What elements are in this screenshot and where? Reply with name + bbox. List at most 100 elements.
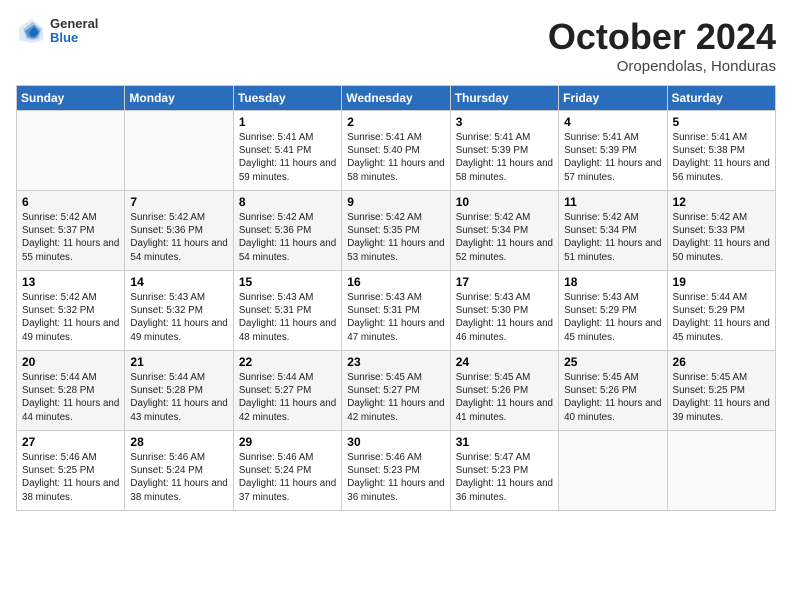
logo-icon xyxy=(16,16,46,46)
title-block: October 2024 Oropendolas, Honduras xyxy=(548,16,776,75)
day-info: Sunrise: 5:47 AMSunset: 5:23 PMDaylight:… xyxy=(456,451,553,504)
day-number: 5 xyxy=(673,115,770,129)
day-number: 6 xyxy=(22,195,119,209)
day-number: 7 xyxy=(130,195,227,209)
day-number: 18 xyxy=(564,275,661,289)
calendar-header: SundayMondayTuesdayWednesdayThursdayFrid… xyxy=(17,86,776,111)
day-number: 13 xyxy=(22,275,119,289)
calendar-cell: 6Sunrise: 5:42 AMSunset: 5:37 PMDaylight… xyxy=(17,191,125,271)
location: Oropendolas, Honduras xyxy=(548,58,776,75)
logo-text: General Blue xyxy=(50,17,98,46)
calendar-cell: 1 Sunrise: 5:41 AMSunset: 5:41 PMDaylight… xyxy=(233,111,341,191)
calendar-cell xyxy=(559,431,667,511)
calendar-cell: 7Sunrise: 5:42 AMSunset: 5:36 PMDaylight… xyxy=(125,191,233,271)
calendar-cell: 17 Sunrise: 5:43 AMSunset: 5:30 PMDayligh… xyxy=(450,271,558,351)
calendar-cell: 28 Sunrise: 5:46 AMSunset: 5:24 PMDayligh… xyxy=(125,431,233,511)
calendar-cell: 16Sunrise: 5:43 AMSunset: 5:31 PMDayligh… xyxy=(342,271,450,351)
day-info: Sunrise: 5:41 AMSunset: 5:39 PMDaylight:… xyxy=(564,131,661,184)
day-info: Sunrise: 5:45 AMSunset: 5:27 PMDaylight:… xyxy=(347,371,444,424)
day-number: 14 xyxy=(130,275,227,289)
calendar-cell: 31 Sunrise: 5:47 AMSunset: 5:23 PMDayligh… xyxy=(450,431,558,511)
day-number: 28 xyxy=(130,435,227,449)
day-number: 30 xyxy=(347,435,444,449)
day-info: Sunrise: 5:42 AMSunset: 5:36 PMDaylight:… xyxy=(239,211,336,264)
weekday-friday: Friday xyxy=(559,86,667,111)
day-number: 10 xyxy=(456,195,553,209)
day-number: 19 xyxy=(673,275,770,289)
weekday-tuesday: Tuesday xyxy=(233,86,341,111)
day-number: 17 xyxy=(456,275,553,289)
calendar-cell: 29Sunrise: 5:46 AMSunset: 5:24 PMDayligh… xyxy=(233,431,341,511)
calendar-week-2: 6Sunrise: 5:42 AMSunset: 5:37 PMDaylight… xyxy=(17,191,776,271)
calendar-cell: 5 Sunrise: 5:41 AMSunset: 5:38 PMDaylight… xyxy=(667,111,775,191)
logo-blue: Blue xyxy=(50,31,98,45)
day-number: 3 xyxy=(456,115,553,129)
calendar-cell: 4Sunrise: 5:41 AMSunset: 5:39 PMDaylight… xyxy=(559,111,667,191)
day-number: 27 xyxy=(22,435,119,449)
calendar-table: SundayMondayTuesdayWednesdayThursdayFrid… xyxy=(16,85,776,511)
calendar-cell: 19 Sunrise: 5:44 AMSunset: 5:29 PMDayligh… xyxy=(667,271,775,351)
calendar-cell: 10Sunrise: 5:42 AMSunset: 5:34 PMDayligh… xyxy=(450,191,558,271)
day-info: Sunrise: 5:43 AMSunset: 5:30 PMDaylight:… xyxy=(456,291,553,344)
month-title: October 2024 xyxy=(548,16,776,58)
logo-general: General xyxy=(50,17,98,31)
calendar-cell: 21Sunrise: 5:44 AMSunset: 5:28 PMDayligh… xyxy=(125,351,233,431)
day-info: Sunrise: 5:41 AMSunset: 5:39 PMDaylight:… xyxy=(456,131,553,184)
weekday-sunday: Sunday xyxy=(17,86,125,111)
calendar-week-5: 27 Sunrise: 5:46 AMSunset: 5:25 PMDayligh… xyxy=(17,431,776,511)
day-info: Sunrise: 5:43 AMSunset: 5:29 PMDaylight:… xyxy=(564,291,661,344)
calendar-cell: 15Sunrise: 5:43 AMSunset: 5:31 PMDayligh… xyxy=(233,271,341,351)
day-number: 29 xyxy=(239,435,336,449)
calendar-cell: 25 Sunrise: 5:45 AMSunset: 5:26 PMDayligh… xyxy=(559,351,667,431)
day-info: Sunrise: 5:42 AMSunset: 5:34 PMDaylight:… xyxy=(564,211,661,264)
calendar-week-3: 13 Sunrise: 5:42 AMSunset: 5:32 PMDayligh… xyxy=(17,271,776,351)
calendar-cell: 2Sunrise: 5:41 AMSunset: 5:40 PMDaylight… xyxy=(342,111,450,191)
calendar-cell: 14 Sunrise: 5:43 AMSunset: 5:32 PMDayligh… xyxy=(125,271,233,351)
calendar-week-1: 1 Sunrise: 5:41 AMSunset: 5:41 PMDaylight… xyxy=(17,111,776,191)
weekday-saturday: Saturday xyxy=(667,86,775,111)
day-number: 12 xyxy=(673,195,770,209)
day-info: Sunrise: 5:42 AMSunset: 5:33 PMDaylight:… xyxy=(673,211,770,264)
calendar-cell: 12 Sunrise: 5:42 AMSunset: 5:33 PMDayligh… xyxy=(667,191,775,271)
day-number: 26 xyxy=(673,355,770,369)
day-info: Sunrise: 5:43 AMSunset: 5:32 PMDaylight:… xyxy=(130,291,227,344)
day-number: 20 xyxy=(22,355,119,369)
day-info: Sunrise: 5:46 AMSunset: 5:25 PMDaylight:… xyxy=(22,451,119,504)
day-info: Sunrise: 5:44 AMSunset: 5:28 PMDaylight:… xyxy=(22,371,119,424)
weekday-monday: Monday xyxy=(125,86,233,111)
day-info: Sunrise: 5:43 AMSunset: 5:31 PMDaylight:… xyxy=(239,291,336,344)
page-header: General Blue October 2024 Oropendolas, H… xyxy=(16,16,776,75)
day-number: 23 xyxy=(347,355,444,369)
weekday-header-row: SundayMondayTuesdayWednesdayThursdayFrid… xyxy=(17,86,776,111)
day-info: Sunrise: 5:42 AMSunset: 5:32 PMDaylight:… xyxy=(22,291,119,344)
day-number: 16 xyxy=(347,275,444,289)
calendar-cell xyxy=(125,111,233,191)
weekday-wednesday: Wednesday xyxy=(342,86,450,111)
day-number: 21 xyxy=(130,355,227,369)
day-info: Sunrise: 5:42 AMSunset: 5:35 PMDaylight:… xyxy=(347,211,444,264)
day-number: 22 xyxy=(239,355,336,369)
calendar-cell: 22Sunrise: 5:44 AMSunset: 5:27 PMDayligh… xyxy=(233,351,341,431)
day-info: Sunrise: 5:45 AMSunset: 5:26 PMDaylight:… xyxy=(456,371,553,424)
day-info: Sunrise: 5:41 AMSunset: 5:38 PMDaylight:… xyxy=(673,131,770,184)
day-info: Sunrise: 5:44 AMSunset: 5:29 PMDaylight:… xyxy=(673,291,770,344)
day-number: 31 xyxy=(456,435,553,449)
calendar-body: 1 Sunrise: 5:41 AMSunset: 5:41 PMDaylight… xyxy=(17,111,776,511)
day-info: Sunrise: 5:46 AMSunset: 5:23 PMDaylight:… xyxy=(347,451,444,504)
calendar-cell: 3 Sunrise: 5:41 AMSunset: 5:39 PMDaylight… xyxy=(450,111,558,191)
day-info: Sunrise: 5:41 AMSunset: 5:41 PMDaylight:… xyxy=(239,131,336,184)
calendar-cell: 20 Sunrise: 5:44 AMSunset: 5:28 PMDayligh… xyxy=(17,351,125,431)
calendar-cell: 27 Sunrise: 5:46 AMSunset: 5:25 PMDayligh… xyxy=(17,431,125,511)
calendar-cell: 9Sunrise: 5:42 AMSunset: 5:35 PMDaylight… xyxy=(342,191,450,271)
calendar-cell: 30 Sunrise: 5:46 AMSunset: 5:23 PMDayligh… xyxy=(342,431,450,511)
weekday-thursday: Thursday xyxy=(450,86,558,111)
calendar-cell: 8Sunrise: 5:42 AMSunset: 5:36 PMDaylight… xyxy=(233,191,341,271)
day-number: 25 xyxy=(564,355,661,369)
day-info: Sunrise: 5:46 AMSunset: 5:24 PMDaylight:… xyxy=(130,451,227,504)
day-number: 1 xyxy=(239,115,336,129)
calendar-week-4: 20 Sunrise: 5:44 AMSunset: 5:28 PMDayligh… xyxy=(17,351,776,431)
logo: General Blue xyxy=(16,16,98,46)
calendar-cell: 18 Sunrise: 5:43 AMSunset: 5:29 PMDayligh… xyxy=(559,271,667,351)
calendar-cell: 13 Sunrise: 5:42 AMSunset: 5:32 PMDayligh… xyxy=(17,271,125,351)
day-info: Sunrise: 5:45 AMSunset: 5:26 PMDaylight:… xyxy=(564,371,661,424)
